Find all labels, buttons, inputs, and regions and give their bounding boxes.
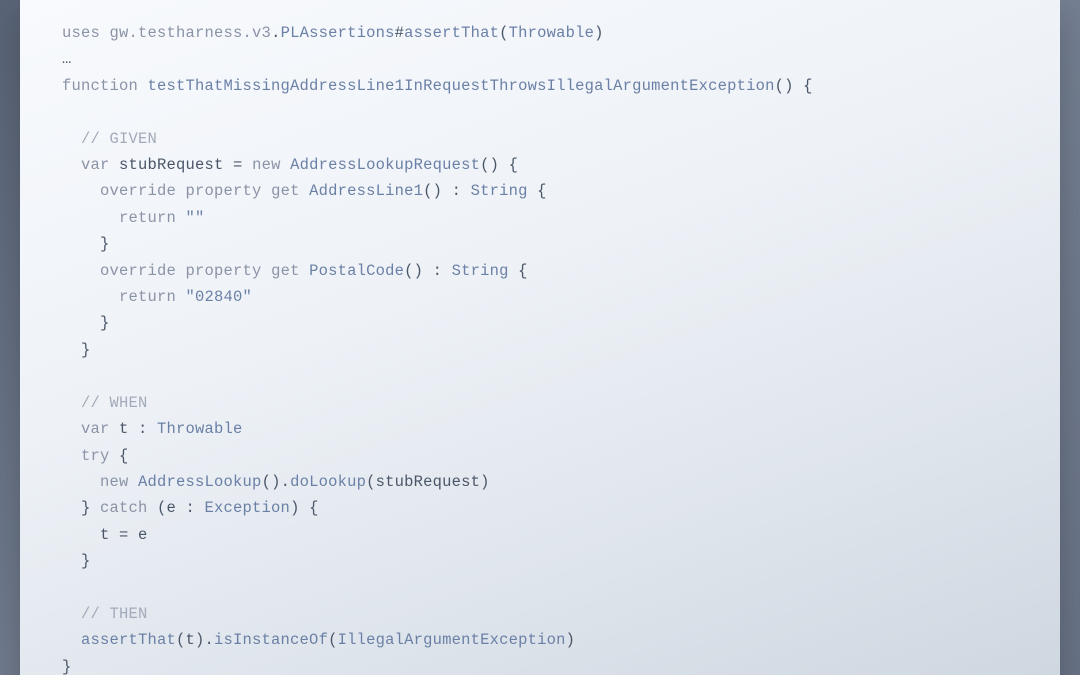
keyword-catch: catch bbox=[100, 499, 148, 517]
code-line: var stubRequest = new AddressLookupReque… bbox=[62, 156, 518, 174]
code-snippet-card: uses gw.testharness.v3.PLAssertions#asse… bbox=[20, 0, 1060, 675]
comment-line: // THEN bbox=[62, 605, 148, 623]
keyword-get: get bbox=[271, 262, 300, 280]
keyword-override: override bbox=[100, 182, 176, 200]
method-name: isInstanceOf bbox=[214, 631, 328, 649]
package-path: gw.testharness.v3 bbox=[110, 24, 272, 42]
code-line: } bbox=[62, 341, 91, 359]
class-name: AddressLookupRequest bbox=[281, 156, 481, 174]
code-line: assertThat(t).isInstanceOf(IllegalArgume… bbox=[62, 631, 575, 649]
string-literal: "02840" bbox=[186, 288, 253, 306]
keyword-try: try bbox=[81, 447, 110, 465]
keyword-function: function bbox=[62, 77, 138, 95]
code-line: var t : Throwable bbox=[62, 420, 243, 438]
keyword-new: new bbox=[252, 156, 281, 174]
code-line: uses gw.testharness.v3.PLAssertions#asse… bbox=[62, 24, 604, 42]
type-name: Throwable bbox=[157, 420, 243, 438]
code-line: t = e bbox=[62, 526, 148, 544]
code-line: } bbox=[62, 658, 72, 675]
code-line: function testThatMissingAddressLine1InRe… bbox=[62, 77, 813, 95]
code-line: new AddressLookup().doLookup(stubRequest… bbox=[62, 473, 490, 491]
code-line: return "" bbox=[62, 209, 205, 227]
keyword-return: return bbox=[119, 288, 176, 306]
keyword-uses: uses bbox=[62, 24, 100, 42]
keyword-return: return bbox=[119, 209, 176, 227]
code-line: … bbox=[62, 50, 72, 68]
class-name: PLAssertions bbox=[281, 24, 395, 42]
type-name: String bbox=[452, 262, 509, 280]
function-name: testThatMissingAddressLine1InRequestThro… bbox=[148, 77, 775, 95]
code-line: try { bbox=[62, 447, 129, 465]
type-name: IllegalArgumentException bbox=[338, 631, 566, 649]
keyword-override: override bbox=[100, 262, 176, 280]
code-line: } bbox=[62, 314, 110, 332]
type-name: String bbox=[471, 182, 528, 200]
string-literal: "" bbox=[186, 209, 205, 227]
code-line: return "02840" bbox=[62, 288, 252, 306]
code-line: override property get PostalCode() : Str… bbox=[62, 262, 528, 280]
code-line: } catch (e : Exception) { bbox=[62, 499, 319, 517]
property-name: PostalCode bbox=[300, 262, 405, 280]
code-line: } bbox=[62, 235, 110, 253]
code-line: override property get AddressLine1() : S… bbox=[62, 182, 547, 200]
class-name: AddressLookup bbox=[129, 473, 262, 491]
keyword-property: property bbox=[186, 262, 262, 280]
keyword-new: new bbox=[100, 473, 129, 491]
method-name: assertThat bbox=[81, 631, 176, 649]
keyword-var: var bbox=[81, 156, 110, 174]
property-name: AddressLine1 bbox=[300, 182, 424, 200]
keyword-get: get bbox=[271, 182, 300, 200]
method-name: doLookup bbox=[290, 473, 366, 491]
comment-line: // GIVEN bbox=[62, 130, 157, 148]
method-name: assertThat bbox=[404, 24, 499, 42]
comment-line: // WHEN bbox=[62, 394, 148, 412]
keyword-var: var bbox=[81, 420, 110, 438]
code-line: } bbox=[62, 552, 91, 570]
keyword-property: property bbox=[186, 182, 262, 200]
type-name: Exception bbox=[205, 499, 291, 517]
